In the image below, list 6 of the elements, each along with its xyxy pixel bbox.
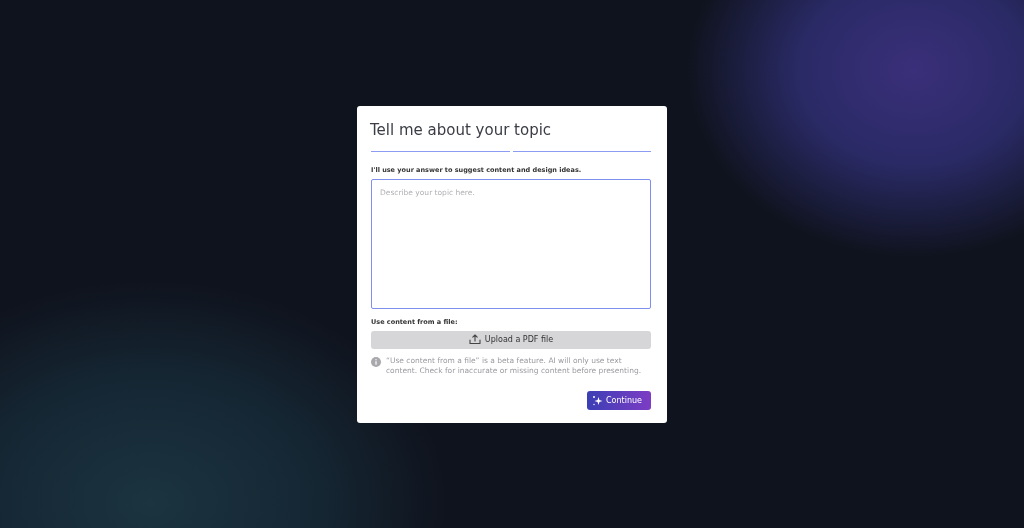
- upload-icon: [468, 334, 481, 345]
- sparkle-icon: [592, 394, 603, 406]
- upload-button[interactable]: Upload a PDF file: [371, 330, 651, 349]
- continue-button[interactable]: Continue: [587, 390, 651, 410]
- dialog-title: Tell me about your topic: [370, 120, 553, 139]
- info-icon: [371, 356, 381, 367]
